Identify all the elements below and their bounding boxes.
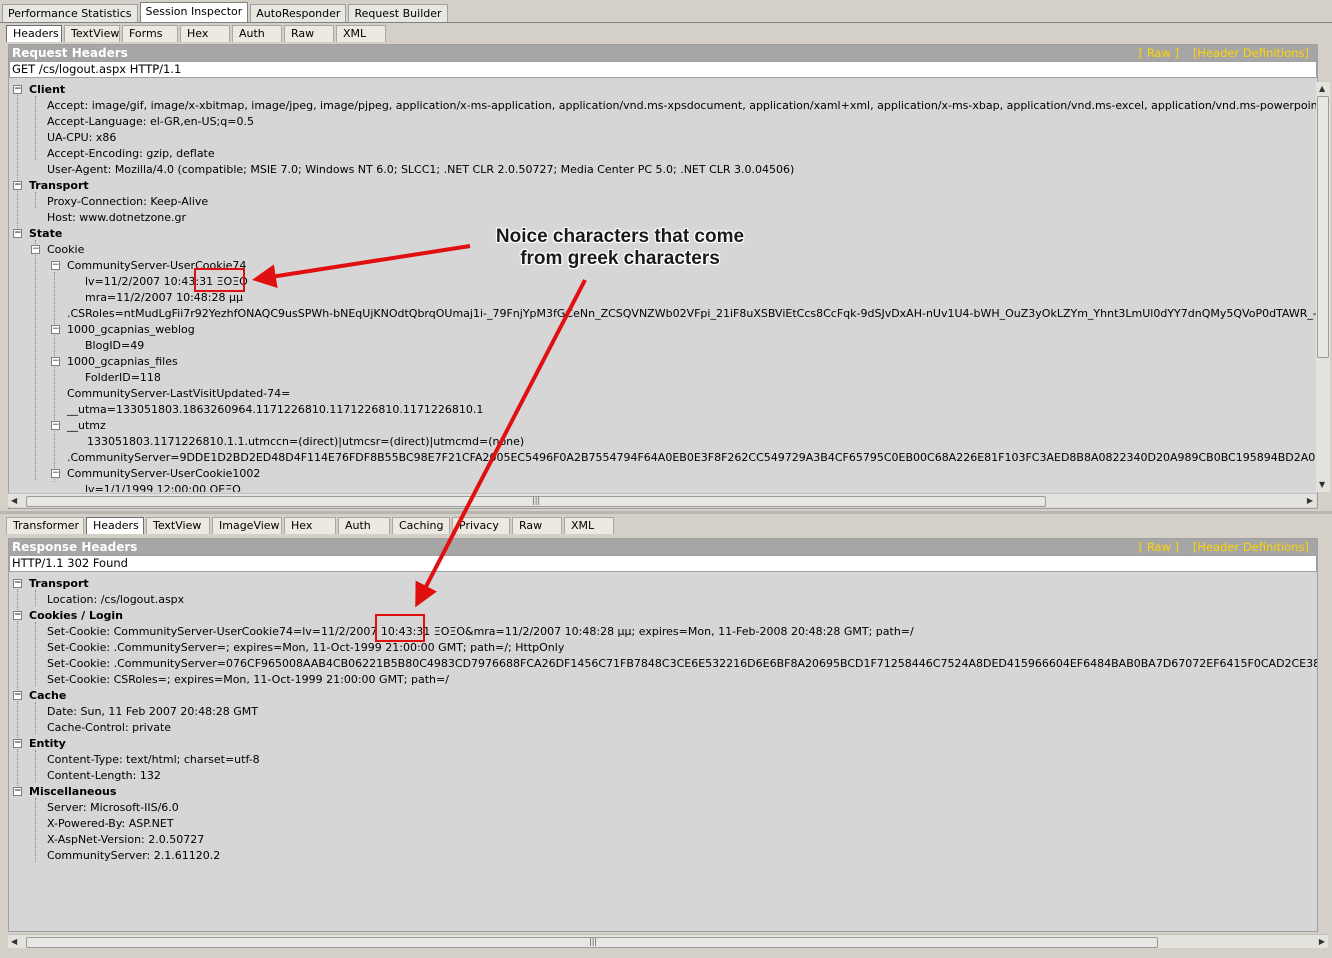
arrow-to-request-box bbox=[252, 244, 471, 289]
annotation-line-1: Noice characters that come bbox=[495, 226, 745, 247]
annotation-line-2: from greek characters bbox=[520, 248, 720, 269]
arrow-to-response-box bbox=[415, 279, 587, 608]
annotation-arrows bbox=[252, 244, 587, 608]
annotation-text: Noice characters that come from greek ch… bbox=[474, 226, 766, 270]
